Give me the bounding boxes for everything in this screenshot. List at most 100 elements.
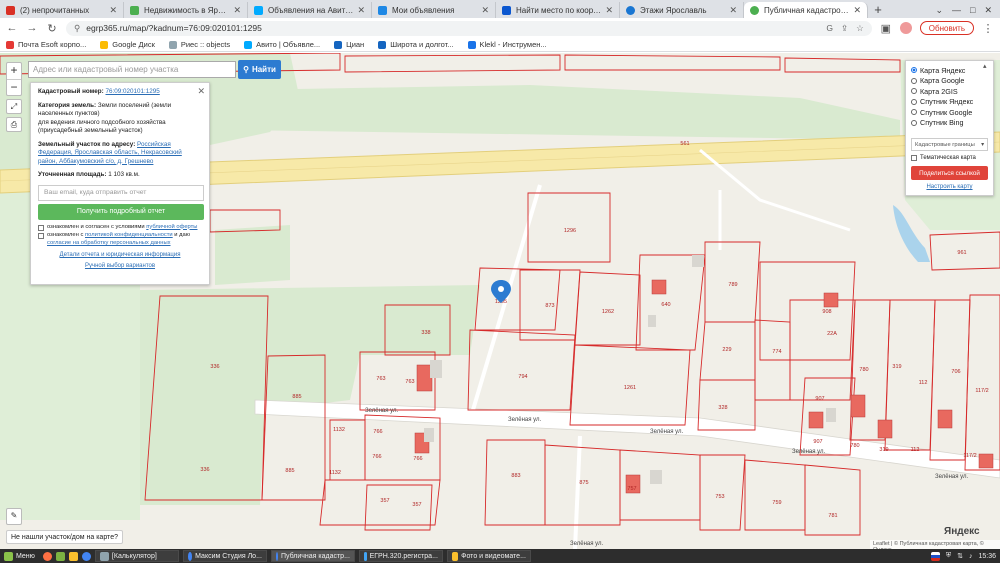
minimize-icon[interactable]: — — [952, 5, 961, 15]
close-icon[interactable]: ✕ — [605, 5, 613, 16]
configure-map-link[interactable]: Настроить карту — [926, 184, 972, 190]
search-input[interactable]: Адрес или кадастровый номер участка — [28, 61, 236, 78]
os-taskbar: Меню [Калькулятор] Максим Студия Ло... П… — [0, 549, 1000, 563]
star-icon[interactable]: ☆ — [856, 23, 864, 34]
layer-option[interactable]: Карта Яндекс — [911, 65, 988, 76]
tab-6[interactable]: Публичная кадастровая карта✕ — [744, 2, 868, 18]
parcel-label: 763 — [376, 376, 385, 382]
tab-5[interactable]: Этажи Ярославль ✕ — [620, 2, 744, 18]
radio-button[interactable] — [911, 77, 917, 84]
print-button[interactable]: ⎙ — [6, 117, 22, 132]
thematic-checkbox[interactable] — [911, 155, 917, 161]
search-button[interactable]: ⚲ Найти — [238, 60, 281, 79]
tab-1[interactable]: Недвижимость в Ярославле✕ — [124, 2, 248, 18]
flag-icon[interactable] — [930, 551, 940, 561]
draw-button[interactable]: ✎ — [6, 508, 22, 525]
site-info-icon[interactable]: ⚲ — [74, 23, 80, 34]
not-found-button[interactable]: Не нашли участок/дом на карте? — [6, 530, 123, 544]
avatar[interactable] — [899, 22, 912, 34]
chevron-down-icon[interactable]: ⌄ — [935, 5, 943, 16]
tab-0[interactable]: (2) непрочитанных ✕ — [0, 2, 124, 18]
volume-icon[interactable]: ♪ — [969, 553, 973, 560]
share-link-button[interactable]: Поделиться ссылкой — [911, 166, 988, 180]
shield-icon[interactable]: ⛨ — [946, 552, 951, 560]
consent-link[interactable]: согласие на обработку персональных данны… — [47, 240, 171, 246]
parcel-label: 229 — [722, 347, 731, 353]
fullscreen-button[interactable]: ⤢ — [6, 99, 22, 114]
menu-icon[interactable]: ⋮ — [982, 22, 994, 35]
folder-icon[interactable] — [68, 551, 78, 561]
bookmark-item[interactable]: Риес :: objects — [168, 40, 230, 49]
close-icon[interactable]: ✕ — [357, 5, 365, 16]
files-icon[interactable] — [55, 551, 65, 561]
document-icon — [363, 551, 367, 561]
google-icon[interactable]: G — [826, 23, 833, 34]
get-report-button[interactable]: Получить подробный отчет — [38, 203, 204, 220]
telegram-icon — [626, 5, 635, 15]
bookmark-item[interactable]: Почта Esoft корпо... — [6, 40, 86, 49]
close-icon[interactable]: ✕ — [729, 5, 737, 16]
back-icon[interactable]: ← — [6, 22, 18, 34]
radio-button[interactable] — [911, 98, 917, 105]
folder-icon — [451, 551, 459, 561]
radio-button[interactable] — [911, 109, 917, 116]
taskbar-window[interactable]: [Калькулятор] — [94, 550, 179, 562]
radio-button[interactable] — [911, 88, 917, 95]
bookmark-item[interactable]: Авито | Объявле... — [244, 40, 320, 49]
close-icon[interactable]: ✕ — [853, 5, 861, 16]
street-label: Зелёная ул. — [365, 408, 399, 414]
radio-button[interactable] — [911, 67, 917, 74]
taskbar-window[interactable]: Фото и видеомате... — [446, 550, 531, 562]
radio-button[interactable] — [911, 119, 917, 126]
offer-checkbox[interactable] — [38, 224, 44, 231]
cad-number-link[interactable]: 76:09:020101:1295 — [106, 88, 160, 95]
firefox-icon[interactable] — [42, 551, 52, 561]
start-menu-button[interactable]: Меню — [4, 551, 35, 561]
update-button[interactable]: Обновить — [919, 21, 974, 35]
network-icon[interactable]: ⇅ — [957, 552, 963, 560]
zoom-out-button[interactable]: − — [7, 79, 21, 95]
privacy-checkbox[interactable] — [38, 233, 44, 240]
parcel-label: 319 — [892, 364, 901, 370]
maximize-icon[interactable]: □ — [970, 5, 975, 15]
parcel-label: 774 — [772, 349, 781, 355]
bookmark-item[interactable]: Klekl - Инструмен... — [467, 40, 547, 49]
reload-icon[interactable]: ↻ — [46, 22, 58, 35]
taskbar-window[interactable]: ЕГРН.320.регистра... — [358, 550, 443, 562]
bookmark-item[interactable]: Широта и долгот... — [378, 40, 454, 49]
close-icon[interactable]: ✕ — [109, 5, 117, 16]
layer-option[interactable]: Карта Google — [911, 76, 988, 87]
new-tab-button[interactable]: + — [868, 2, 888, 18]
close-icon[interactable]: ✕ — [197, 85, 205, 97]
tab-3[interactable]: Мои объявления ✕ — [372, 2, 496, 18]
thematic-toggle[interactable]: Тематическая карта — [911, 155, 988, 161]
close-window-icon[interactable]: ✕ — [984, 5, 992, 16]
manual-choice-link[interactable]: Ручной выбор вариантов — [85, 263, 155, 269]
offer-link[interactable]: публичной оферты — [146, 224, 197, 230]
bookmark-item[interactable]: Циан — [334, 40, 364, 49]
chrome-icon[interactable] — [81, 551, 91, 561]
layer-option[interactable]: Спутник Яндекс — [911, 97, 988, 108]
zoom-in-button[interactable]: + — [7, 63, 21, 79]
tab-2[interactable]: Объявления на Авито Pro✕ — [248, 2, 372, 18]
close-icon[interactable]: ✕ — [481, 5, 489, 16]
details-link[interactable]: Детали отчета и юридическая информация — [60, 252, 181, 258]
forward-icon[interactable]: → — [26, 22, 38, 34]
overlay-select[interactable]: Кадастровые границы ▾ — [911, 138, 988, 151]
close-icon[interactable]: ✕ — [233, 5, 241, 16]
bookmark-item[interactable]: Google Диск — [100, 40, 155, 49]
scroll-up-icon[interactable]: ▴ — [983, 62, 987, 70]
share-icon[interactable]: ⇪ — [841, 23, 848, 34]
privacy-link[interactable]: политикой конфиденциальности — [85, 232, 173, 238]
layer-option[interactable]: Спутник Bing — [911, 118, 988, 129]
taskbar-window[interactable]: Максим Студия Ло... — [182, 550, 267, 562]
email-field[interactable]: Ваш email, куда отправить отчет — [38, 184, 204, 201]
url-input[interactable]: ⚲ egrp365.ru/map/?kadnum=76:09:020101:12… — [66, 20, 872, 36]
taskbar-window[interactable]: Публичная кадастр... — [270, 550, 355, 562]
sidebar-icon[interactable]: ▣ — [880, 22, 892, 35]
privacy-agree: ознакомлен с политикой конфиденциальност… — [38, 232, 202, 248]
layer-option[interactable]: Карта 2GIS — [911, 86, 988, 97]
calculator-icon — [99, 551, 109, 561]
tab-4[interactable]: Найти место по координатам✕ — [496, 2, 620, 18]
layer-option[interactable]: Спутник Google — [911, 107, 988, 118]
